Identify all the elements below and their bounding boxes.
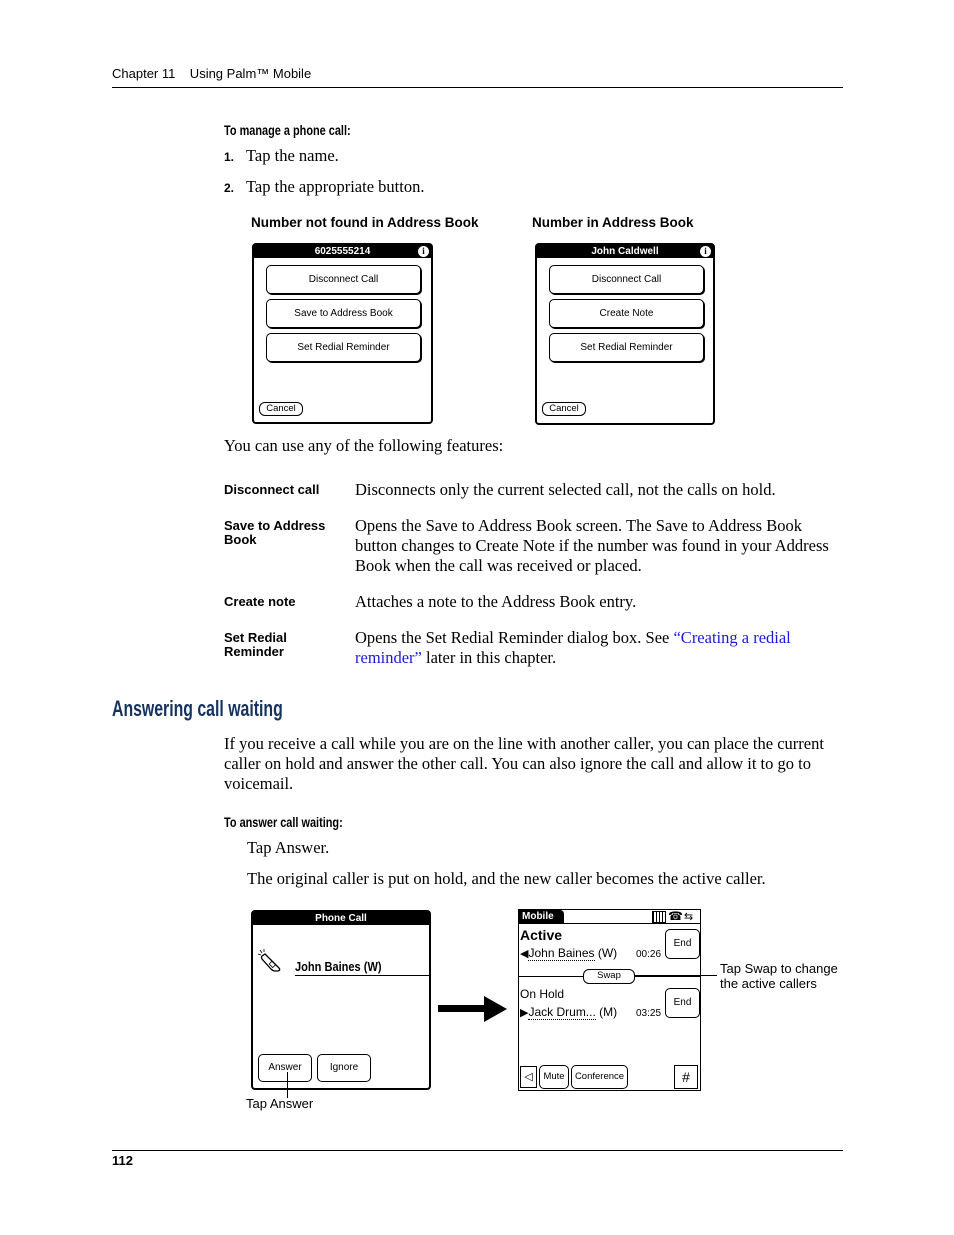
active-caller-name[interactable]: John Baines [528,946,595,961]
call-waiting-intro: If you receive a call while you are on t… [224,734,824,793]
active-call-timer: 00:26 [636,949,662,960]
speaker-icon[interactable]: ◁ [520,1066,537,1088]
dialog-number-found: John Caldwell i Disconnect Call Create N… [535,243,715,425]
cancel-button[interactable]: Cancel [542,402,586,416]
feature-definition: Opens the Set Redial Reminder dialog box… [355,628,845,668]
definition-text: later in this chapter. [421,648,557,667]
result-text: The original caller is put on hold, and … [247,869,766,888]
swap-button[interactable]: Swap [583,969,635,984]
definition-text: Opens the Set Redial Reminder dialog box… [355,628,674,647]
keypad-button[interactable]: # [674,1065,698,1089]
dialog-number-not-found: 6025555214 i Disconnect Call Save to Add… [252,243,433,424]
header-rule [112,87,843,88]
mute-button[interactable]: Mute [539,1065,569,1089]
callout-tap-swap: Tap Swap to change the active callers [720,961,838,991]
active-label: Active [520,927,563,943]
feature-definition: Attaches a note to the Address Book entr… [355,592,637,611]
figure-caption-not-found: Number not found in Address Book [251,215,479,230]
caller-name[interactable]: John Baines (W) [295,959,382,974]
cancel-button[interactable]: Cancel [259,402,303,416]
hold-caller-type: (M) [599,1005,618,1019]
features-intro: You can use any of the following feature… [224,436,504,455]
section-heading: Answering call waiting [112,696,283,721]
incoming-call-screen: Phone Call John Baines (W) Answer Ignore [251,910,431,1090]
end-hold-button[interactable]: End [665,988,700,1018]
answer-button[interactable]: Answer [258,1054,312,1082]
feature-definition: Opens the Save to Address Book screen. T… [355,516,829,575]
dialog-title-text: 6025555214 [314,246,371,257]
feature-term: Create note [224,594,296,609]
keypad-grid-icon[interactable] [652,911,666,923]
disconnect-call-button[interactable]: Disconnect Call [549,265,704,294]
conference-button[interactable]: Conference [571,1065,628,1089]
ignore-button[interactable]: Ignore [317,1054,371,1082]
step-text: Tap Answer. [247,838,330,857]
dialog-title-text: John Caldwell [591,246,659,257]
running-header: Chapter 11 Using Palm™ Mobile [112,66,312,81]
phone-handset-icon[interactable]: ☎ [668,910,683,923]
callout-line [287,1072,288,1098]
step-1: 1. Tap the name. [224,146,339,166]
tab-mobile[interactable]: Mobile [519,910,564,924]
feature-term: Save to Address Book [224,518,326,547]
figure-caption-found: Number in Address Book [532,215,694,230]
hold-call-timer: 03:25 [636,1008,662,1019]
disconnect-call-button[interactable]: Disconnect Call [266,265,421,294]
title-rule [519,923,700,924]
feature-definition: Disconnects only the current selected ca… [355,480,776,499]
step-text: Tap the name. [246,146,339,165]
screen-title: Phone Call [253,912,429,925]
active-call-row: ◀John Baines (W) [520,946,618,961]
info-icon[interactable]: i [700,246,711,257]
step-2: 2. Tap the appropriate button. [224,177,424,197]
set-redial-reminder-button[interactable]: Set Redial Reminder [266,333,421,362]
callout-tap-answer: Tap Answer [246,1096,314,1111]
signal-transfer-icon[interactable]: ⇆ [684,910,693,923]
caller-underline [295,975,429,976]
callout-line [634,975,717,976]
feature-term: Disconnect call [224,482,320,497]
end-active-button[interactable]: End [665,929,700,959]
save-to-address-book-button[interactable]: Save to Address Book [266,299,421,328]
step-number: 1. [224,150,235,164]
page-number: 112 [112,1153,133,1168]
step-text: Tap the appropriate button. [246,177,425,196]
phone-ringing-icon [257,949,281,972]
active-calls-screen: Mobile ☎ ⇆ Active ◀John Baines (W) 00:26… [518,909,701,1091]
dialog-title: John Caldwell i [537,245,713,258]
step-number: 2. [224,181,235,195]
dialog-title: 6025555214 i [254,245,431,258]
set-redial-reminder-button[interactable]: Set Redial Reminder [549,333,704,362]
feature-term: Set Redial Reminder [224,630,287,659]
active-caller-type: (W) [597,946,618,960]
procedure-heading-manage-call: To manage a phone call: [224,122,351,138]
on-hold-label: On Hold [520,987,565,1001]
procedure-heading-call-waiting: To answer call waiting: [224,814,343,830]
hold-call-row: ▶Jack Drum... (M) [520,1005,618,1020]
footer-rule [112,1150,843,1151]
arrow-right-icon [438,996,507,1022]
info-icon[interactable]: i [418,246,429,257]
hold-caller-name[interactable]: Jack Drum... [528,1005,596,1020]
create-note-button[interactable]: Create Note [549,299,704,328]
